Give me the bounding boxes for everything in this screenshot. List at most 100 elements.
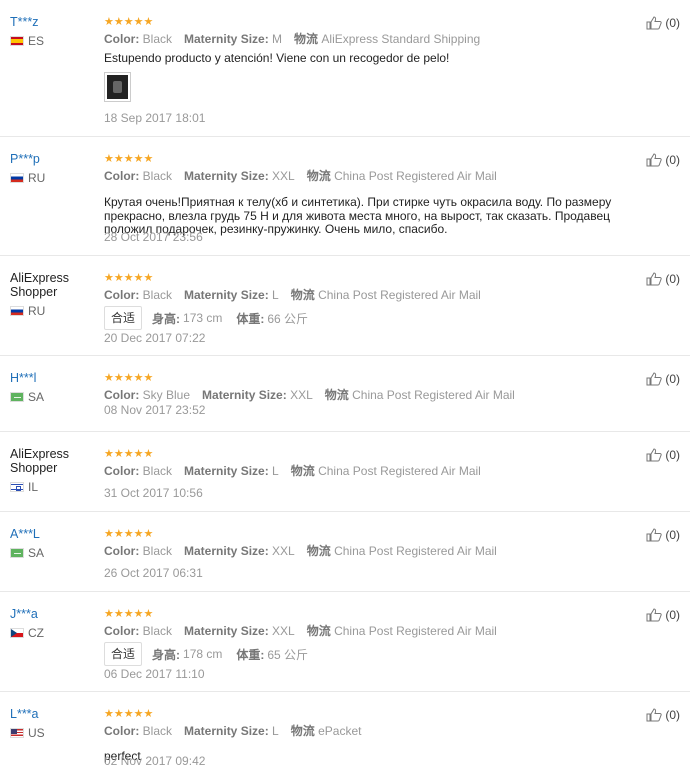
reviewer-name[interactable]: H***l <box>10 371 100 385</box>
helpful-count: (0) <box>665 448 680 462</box>
height-label: 身高: <box>152 311 181 326</box>
thumbs-up-icon[interactable] <box>646 16 663 30</box>
thumbs-up-icon[interactable] <box>646 608 663 622</box>
star-icon: ★ <box>133 608 144 620</box>
reviewer-info: P***p RU <box>10 152 100 185</box>
review-date: 02 Nov 2017 09:42 <box>104 754 206 768</box>
order-attributes: Color: Black Maternity Size: M 物流 AliExpre… <box>104 32 624 46</box>
thumbs-up-icon[interactable] <box>646 153 663 167</box>
helpful-button[interactable]: (0) <box>646 608 680 622</box>
order-attributes: Color: Sky Blue Maternity Size: XXL 物流 Chi… <box>104 388 624 402</box>
size-value: XXL <box>272 544 295 558</box>
star-icon: ★ <box>143 272 154 284</box>
helpful-button[interactable]: (0) <box>646 16 680 30</box>
size-info: 合适 身高: 178 cm 体重: 65 公斤 <box>104 642 624 666</box>
star-icon: ★ <box>133 153 144 165</box>
helpful-button[interactable]: (0) <box>646 448 680 462</box>
reviewer-country: SA <box>10 390 100 404</box>
size-label: Maternity Size: <box>184 724 269 738</box>
review-item: L***a US ★★★★★ Color: Black Maternity Size: … <box>0 692 690 780</box>
country-code: CZ <box>28 626 44 640</box>
shipping-method: China Post Registered Air Mail <box>334 624 497 638</box>
flag-icon <box>10 628 24 638</box>
star-icon: ★ <box>133 372 144 384</box>
logistics-label: 物流 <box>306 169 331 183</box>
star-rating: ★★★★★ <box>104 608 624 620</box>
star-icon: ★ <box>123 16 134 28</box>
color-label: Color: <box>104 169 140 183</box>
shipping-method: China Post Registered Air Mail <box>334 544 497 558</box>
star-icon: ★ <box>133 708 144 720</box>
helpful-button[interactable]: (0) <box>646 708 680 722</box>
weight-value: 65 公斤 <box>267 647 309 662</box>
thumbs-up-icon[interactable] <box>646 272 663 286</box>
helpful-button[interactable]: (0) <box>646 272 680 286</box>
country-code: SA <box>28 390 45 404</box>
size-value: XXL <box>290 388 313 402</box>
helpful-button[interactable]: (0) <box>646 153 680 167</box>
review-item: T***z ES ★★★★★ Color: Black Maternity Size: … <box>0 0 690 137</box>
helpful-count: (0) <box>665 608 680 622</box>
color-label: Color: <box>104 288 140 302</box>
size-label: Maternity Size: <box>184 624 269 638</box>
helpful-button[interactable]: (0) <box>646 528 680 542</box>
review-content: ★★★★★ Color: Sky Blue Maternity Size: XXL 物… <box>104 372 624 417</box>
reviewer-name: AliExpress Shopper <box>10 271 70 299</box>
helpful-count: (0) <box>665 372 680 386</box>
star-icon: ★ <box>143 708 154 720</box>
reviewer-name[interactable]: A***L <box>10 527 100 541</box>
size-label: Maternity Size: <box>202 388 287 402</box>
helpful-count: (0) <box>665 708 680 722</box>
reviewer-country: ES <box>10 34 100 48</box>
star-rating: ★★★★★ <box>104 153 624 165</box>
order-attributes: Color: Black Maternity Size: L 物流 China Po… <box>104 464 624 478</box>
order-attributes: Color: Black Maternity Size: L 物流 China Po… <box>104 288 624 302</box>
reviewer-name[interactable]: P***p <box>10 152 100 166</box>
star-icon: ★ <box>113 16 124 28</box>
star-icon: ★ <box>123 272 134 284</box>
review-text: Estupendo producto y atención! Viene con… <box>104 51 450 65</box>
order-attributes: Color: Black Maternity Size: L 物流 ePacket <box>104 724 624 738</box>
flag-icon <box>10 728 24 738</box>
color-label: Color: <box>104 624 140 638</box>
review-date: 08 Nov 2017 23:52 <box>104 403 206 417</box>
review-date: 26 Oct 2017 06:31 <box>104 566 203 580</box>
weight-label: 体重: <box>236 311 265 326</box>
color-value: Black <box>142 624 173 638</box>
review-photo[interactable] <box>104 71 131 102</box>
review-date: 18 Sep 2017 18:01 <box>104 111 206 125</box>
reviewer-info: J***a CZ <box>10 607 100 640</box>
review-item: AliExpress Shopper IL ★★★★★ Color: Black Mat… <box>0 432 690 512</box>
helpful-button[interactable]: (0) <box>646 372 680 386</box>
reviewer-name[interactable]: T***z <box>10 15 100 29</box>
star-rating: ★★★★★ <box>104 272 624 284</box>
reviewer-name[interactable]: J***a <box>10 607 100 621</box>
reviewer-name[interactable]: L***a <box>10 707 100 721</box>
star-icon: ★ <box>133 16 144 28</box>
reviewer-country: RU <box>10 304 100 318</box>
review-date: 06 Dec 2017 11:10 <box>104 667 205 681</box>
reviewer-info: A***L SA <box>10 527 100 560</box>
star-icon: ★ <box>104 16 114 28</box>
color-value: Black <box>142 724 173 738</box>
reviewer-info: T***z ES <box>10 15 100 48</box>
country-code: IL <box>28 480 39 494</box>
thumbs-up-icon[interactable] <box>646 448 663 462</box>
flag-icon <box>10 36 24 46</box>
fit-badge: 合适 <box>104 642 143 666</box>
size-value: XXL <box>272 169 295 183</box>
reviewer-info: AliExpress Shopper IL <box>10 447 100 494</box>
color-value: Black <box>142 169 173 183</box>
star-icon: ★ <box>123 153 134 165</box>
thumbs-up-icon[interactable] <box>646 372 663 386</box>
thumbs-up-icon[interactable] <box>646 708 663 722</box>
review-date: 31 Oct 2017 10:56 <box>104 486 203 500</box>
thumbs-up-icon[interactable] <box>646 528 663 542</box>
color-label: Color: <box>104 544 140 558</box>
star-icon: ★ <box>104 153 114 165</box>
helpful-count: (0) <box>665 528 680 542</box>
country-code: SA <box>28 546 45 560</box>
size-value: L <box>272 288 279 302</box>
review-date: 28 Oct 2017 23:56 <box>104 230 203 244</box>
shipping-method: AliExpress Standard Shipping <box>321 32 481 46</box>
